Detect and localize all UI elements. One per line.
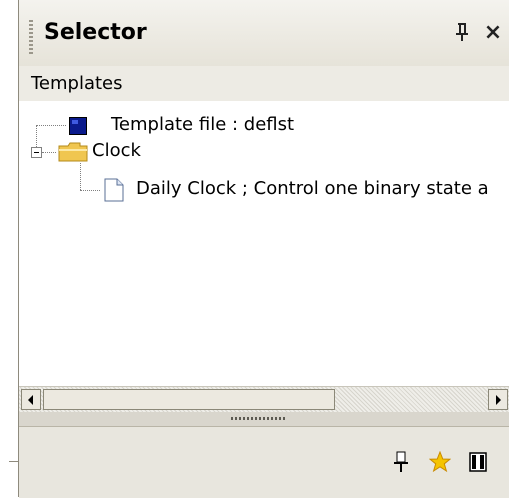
tree-connector xyxy=(80,190,100,191)
favorites-button[interactable] xyxy=(427,449,453,475)
scroll-left-button[interactable] xyxy=(21,389,41,410)
templates-label: Templates xyxy=(31,73,123,94)
tree-connector xyxy=(36,125,66,126)
tree-item-label: Template file : deflst xyxy=(111,114,295,135)
dock-pin-icon xyxy=(394,451,408,472)
section-header: Templates xyxy=(19,66,509,102)
favorites-star-icon xyxy=(429,451,451,473)
splitter-grip-icon xyxy=(231,417,287,420)
horizontal-scrollbar[interactable] xyxy=(19,386,509,412)
arrow-right-icon xyxy=(496,394,501,405)
tree-connector xyxy=(80,163,81,190)
dock-pin-button[interactable] xyxy=(388,449,414,475)
tree-connector xyxy=(36,125,37,147)
panel-toggle-icon xyxy=(469,452,487,472)
arrow-left-icon xyxy=(28,394,33,405)
close-button[interactable]: × xyxy=(481,16,505,48)
tree-item-label: Daily Clock ; Control one binary state a xyxy=(136,178,489,199)
bottom-toolbar xyxy=(19,426,509,498)
panel-title: Selector xyxy=(44,20,147,45)
left-edge-tick xyxy=(9,461,18,462)
pin-button[interactable] xyxy=(450,16,474,48)
panel-splitter[interactable] xyxy=(19,412,509,426)
tree-connector xyxy=(42,152,56,153)
scroll-right-button[interactable] xyxy=(488,389,508,410)
collapse-toggle-icon[interactable] xyxy=(31,147,42,158)
folder-icon xyxy=(58,142,88,162)
close-icon: × xyxy=(483,19,503,45)
selector-panel: Selector × Templates Template file: def… xyxy=(18,0,509,498)
tree-item-label: Clock xyxy=(92,140,141,161)
panel-toggle-button[interactable] xyxy=(465,449,491,475)
template-tree[interactable]: Template file : deflst Clock Daily Clock… xyxy=(19,101,509,386)
drag-grip-icon[interactable] xyxy=(29,20,33,54)
panel-header: Selector × xyxy=(19,0,509,67)
pin-icon xyxy=(456,23,468,41)
template-file-icon xyxy=(69,117,87,135)
document-icon xyxy=(104,178,124,202)
scroll-thumb[interactable] xyxy=(43,389,335,410)
